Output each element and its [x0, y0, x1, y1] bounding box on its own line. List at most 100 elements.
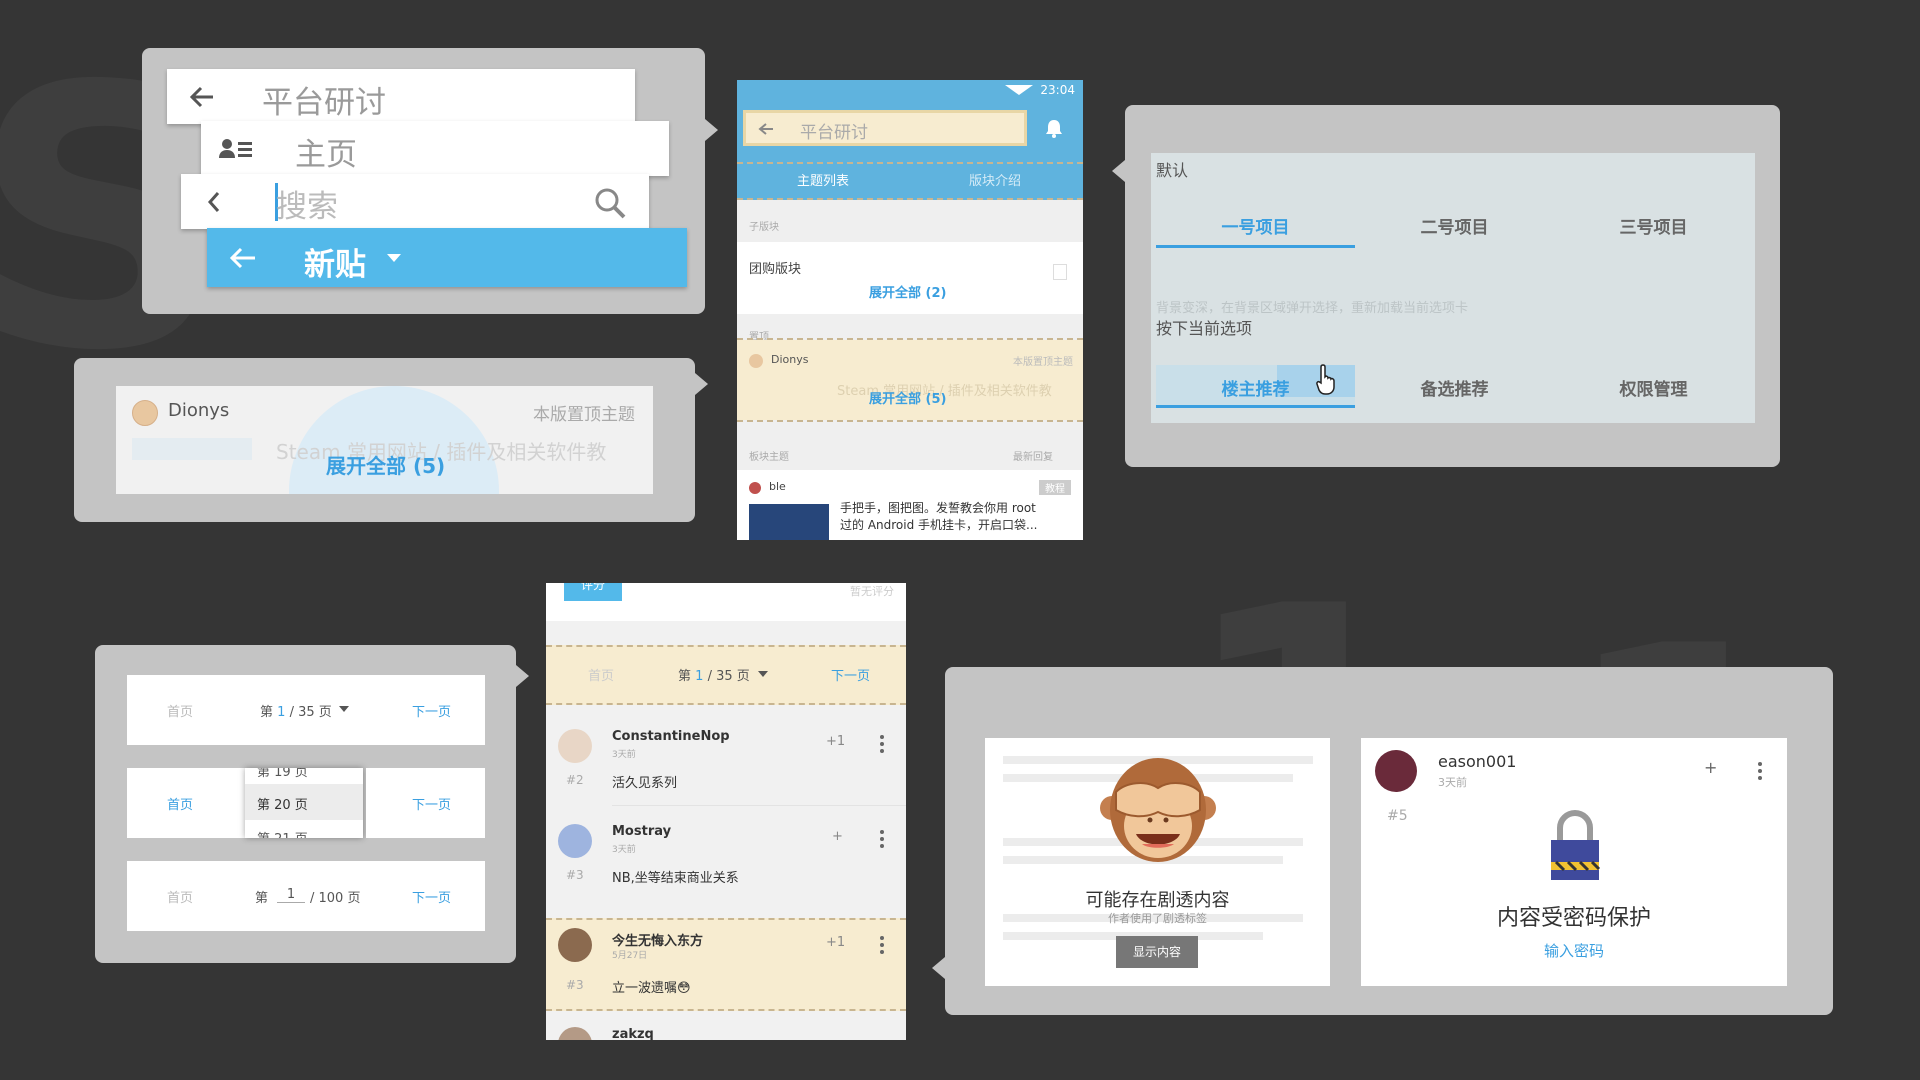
hand-cursor-icon: [1316, 364, 1335, 395]
topic-row[interactable]: ble 教程 手把手，图把图。发誓教会你用 root 过的 Android 手机…: [737, 470, 1083, 540]
tab-item-2[interactable]: 二号项目: [1355, 213, 1554, 238]
first-page-button[interactable]: 首页: [588, 665, 614, 684]
post-item-highlighted[interactable]: 今生无悔入东方 5月27日 +1 #3 立一波遗嘱😳: [546, 918, 906, 1011]
avatar: [1375, 750, 1417, 792]
phone-title: 平台研讨: [800, 123, 868, 143]
dropdown-icon[interactable]: [758, 671, 768, 677]
tab-demo-area: 默认 一号项目 二号项目 三号项目 背景变深，在背景区域弹开选择，重新加载当前选…: [1151, 153, 1755, 423]
tab-item-permissions[interactable]: 权限管理: [1554, 375, 1753, 400]
plus-one-button[interactable]: +1: [826, 734, 845, 749]
page-option[interactable]: 第 21 页: [257, 828, 308, 838]
page-option[interactable]: 第 19 页: [257, 768, 308, 780]
tab-item-3[interactable]: 三号项目: [1554, 213, 1753, 238]
sticky-topic-panel: Dionys 本版置顶主题 Steam 常用网站 / 插件及相关软件教 展开全部…: [74, 358, 708, 522]
back-arrow-icon[interactable]: [189, 85, 215, 109]
post-time: 5月27日: [612, 951, 648, 961]
toolbar-variants-panel: 平台研讨 主页 搜索 新贴: [142, 48, 718, 314]
back-arrow-icon[interactable]: [758, 122, 774, 136]
action-text: 按下当前选项: [1156, 319, 1253, 338]
callout-pointer: [1112, 160, 1125, 182]
tab-indicator: [1156, 245, 1355, 248]
page-total: / 100 页: [310, 891, 361, 906]
sticky-badge: 本版置顶主题: [533, 405, 635, 425]
more-menu-icon[interactable]: [880, 830, 884, 851]
page-prefix: 第: [260, 705, 274, 720]
plus-one-button[interactable]: +1: [826, 935, 845, 950]
dashed-separator: [546, 645, 906, 647]
post-text: 活久见系列: [612, 776, 678, 791]
page-selector[interactable]: 第 1 / 35 页: [260, 701, 332, 720]
post-username: 今生无悔入东方: [612, 934, 704, 949]
avatar: [749, 482, 761, 494]
next-page-button[interactable]: 下一页: [831, 665, 870, 684]
dashed-separator: [737, 420, 1083, 422]
checkbox-icon[interactable]: [1053, 264, 1067, 280]
toolbar-title: 平台研讨: [167, 69, 635, 124]
page-option-selected[interactable]: 第 20 页: [257, 794, 308, 813]
see-no-evil-monkey-icon: [1100, 758, 1216, 862]
enter-password-link[interactable]: 输入密码: [1361, 940, 1787, 961]
rate-button[interactable]: 评分: [564, 583, 622, 601]
dropdown-icon[interactable]: [339, 706, 349, 712]
avatar: [558, 824, 592, 858]
page-number-input[interactable]: 1: [277, 887, 305, 903]
protected-content-panel: 可能存在剧透内容 作者使用了剧透标签 显示内容 eason001 3天前 + #…: [932, 667, 1833, 1015]
next-page-button[interactable]: 下一页: [412, 701, 451, 720]
plus-button[interactable]: +: [1704, 758, 1717, 777]
tab-indicator: [1156, 405, 1355, 408]
tab-intro[interactable]: 版块介绍: [969, 170, 1021, 189]
pager-next-cell: 下一页: [366, 768, 485, 838]
subforum-expand[interactable]: 展开全部 (2): [869, 282, 946, 301]
sticky-topic-card[interactable]: Dionys 本版置顶主题 Steam 常用网站 / 插件及相关软件教 展开全部…: [116, 386, 653, 494]
post-item[interactable]: Mostray 3天前 + #3 NB,坐等结束商业关系: [546, 816, 906, 898]
sort-label[interactable]: 最新回复: [1013, 448, 1053, 463]
hint-text: 背景变深，在背景区域弹开选择，重新加载当前选项卡: [1156, 301, 1469, 316]
expand-all-link[interactable]: 展开全部 (5): [326, 450, 445, 479]
pinned-expand[interactable]: 展开全部 (5): [869, 388, 946, 407]
page-selector[interactable]: 第 1 / 35 页: [678, 665, 750, 684]
avatar: [132, 400, 158, 426]
thread-screen: 评分 暂无评分 首页 第 1 / 35 页 下一页 ConstantineNop…: [546, 583, 906, 1040]
next-page-button[interactable]: 下一页: [412, 794, 451, 813]
post-text: NB,坐等结束商业关系: [612, 871, 739, 886]
page-prefix: 第: [255, 891, 269, 906]
topic-thumbnail: [749, 504, 829, 540]
post-username: eason001: [1438, 752, 1517, 771]
more-menu-icon[interactable]: [880, 735, 884, 756]
chevron-left-icon[interactable]: [207, 191, 221, 213]
phone-toolbar: 平台研讨: [743, 110, 1027, 146]
more-menu-icon[interactable]: [1758, 762, 1762, 783]
search-input[interactable]: 搜索: [276, 181, 338, 226]
more-menu-icon[interactable]: [880, 936, 884, 957]
subforum-card[interactable]: 团购版块 展开全部 (2): [737, 242, 1083, 314]
status-time: 23:04: [1040, 83, 1075, 97]
post-username: Mostray: [612, 824, 672, 839]
toolbar-title-text: 平台研讨: [262, 85, 386, 121]
post-floor: #2: [566, 773, 584, 787]
topics-header: 板块主题: [749, 452, 789, 463]
tab-topics[interactable]: 主题列表: [797, 170, 849, 189]
plus-button[interactable]: +: [832, 829, 843, 844]
dropdown-icon[interactable]: [386, 253, 402, 263]
back-arrow-icon[interactable]: [229, 246, 257, 270]
tab-item-1[interactable]: 一号项目: [1156, 213, 1355, 238]
sticky-username: Dionys: [168, 400, 230, 421]
bell-icon[interactable]: [1045, 118, 1063, 138]
search-icon[interactable]: [593, 186, 627, 220]
first-page-button[interactable]: 首页: [167, 701, 193, 720]
next-page-button[interactable]: 下一页: [412, 887, 451, 906]
subforum-name: 团购版块: [749, 262, 802, 277]
default-label: 默认: [1156, 161, 1189, 180]
tab-item-alt-pick[interactable]: 备选推荐: [1355, 375, 1554, 400]
spoiler-title: 可能存在剧透内容: [1085, 890, 1230, 911]
post-item[interactable]: zakzq: [546, 1023, 906, 1040]
show-content-button[interactable]: 显示内容: [1116, 936, 1198, 968]
page-dropdown-list: 第 19 页 第 20 页 第 21 页: [245, 768, 363, 838]
first-page-button[interactable]: 首页: [167, 887, 193, 906]
post-item[interactable]: ConstantineNop 3天前 +1 #2 活久见系列: [546, 721, 906, 803]
dashed-separator: [546, 918, 906, 920]
pinned-card[interactable]: Dionys 本版置顶主题 Steam 常用网站 / 插件及相关软件教 展开全部…: [737, 340, 1083, 420]
toolbar-home: 主页: [201, 121, 669, 176]
spoiler-subtitle: 作者使用了剧透标签: [1108, 912, 1207, 925]
first-page-button[interactable]: 首页: [167, 794, 193, 813]
